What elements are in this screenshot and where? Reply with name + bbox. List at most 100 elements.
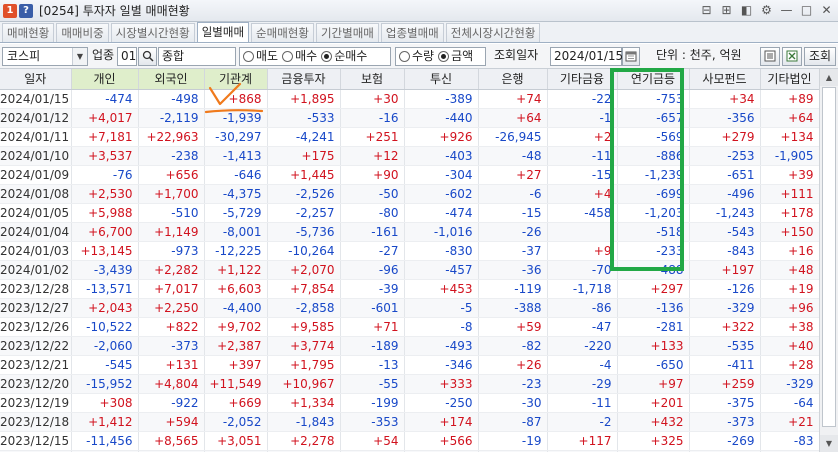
radio-dot-icon[interactable] xyxy=(438,51,450,62)
table-row[interactable]: 2023/12/15 -11,456 +8,565 +3,051 +2,278 +54 +5… xyxy=(0,431,820,451)
excel-export-button[interactable] xyxy=(782,47,802,66)
calendar-button[interactable] xyxy=(622,47,640,66)
tab-item[interactable]: 매매비중 xyxy=(56,23,109,42)
tab-item[interactable]: 시장별시간현황 xyxy=(110,23,195,42)
table-row[interactable]: 2024/01/05 +5,988 -510 -5,729 -2,257 -80 -474-… xyxy=(0,203,820,223)
value-cell: -403 xyxy=(404,146,479,166)
tab-item[interactable]: 전체시장시간현황 xyxy=(445,23,541,42)
value-cell: +4,804 xyxy=(138,374,205,394)
value-cell: +1,122 xyxy=(204,260,268,280)
list-view-button[interactable] xyxy=(760,47,780,66)
tab-item[interactable]: 기간별매매 xyxy=(315,23,379,42)
column-header[interactable]: 보험 xyxy=(340,69,405,90)
value-cell: -37 xyxy=(478,241,548,261)
column-header[interactable]: 일자 xyxy=(0,69,72,90)
link-icon[interactable]: ⊟ xyxy=(699,3,714,18)
value-cell: +333 xyxy=(404,374,479,394)
tab-item[interactable]: 매매현황 xyxy=(2,23,55,42)
value-cell: +8,565 xyxy=(138,431,205,451)
table-row[interactable]: 2024/01/10 +3,537 -238 -1,413 +175 +12 -403 -48… xyxy=(0,146,820,166)
value-cell: -253 xyxy=(689,146,761,166)
table-row[interactable]: 2024/01/12 +4,017 -2,119 -1,939 -533 -16 -440 +… xyxy=(0,108,820,128)
split-icon[interactable]: ⊞ xyxy=(719,3,734,18)
value-cell: -4,400 xyxy=(204,298,268,318)
column-header[interactable]: 기타법인 xyxy=(760,69,820,90)
table-row[interactable]: 2023/12/27 +2,043 +2,250 -4,400 -2,858 -601 -5… xyxy=(0,298,820,318)
radio-dot-icon[interactable] xyxy=(243,51,254,62)
value-cell: -2,526 xyxy=(267,184,341,204)
table-row[interactable]: 2023/12/19 +308 -922 +669 +1,334 -199 -250 -30-… xyxy=(0,393,820,413)
minimize-icon[interactable]: — xyxy=(779,3,794,18)
trade-type-radio[interactable]: 순매수 xyxy=(321,48,367,65)
chevron-down-icon[interactable]: ▼ xyxy=(72,48,87,65)
table-row[interactable]: 2023/12/26 -10,522 +822 +9,702 +9,585 +71 -8 +5… xyxy=(0,317,820,337)
tab-item[interactable]: 일별매매 xyxy=(196,22,250,42)
table-row[interactable]: 2024/01/15 -474 -498 +868 +1,895 +30 -389 +74 -2… xyxy=(0,89,820,109)
column-header[interactable]: 연기금등 xyxy=(617,69,690,90)
column-header[interactable]: 투신 xyxy=(404,69,479,90)
date-cell: 2024/01/12 xyxy=(0,108,72,128)
value-cell: -36 xyxy=(478,260,548,280)
column-header[interactable]: 기관계 xyxy=(204,69,268,90)
table-row[interactable]: 2023/12/28 -13,571 +7,017 +6,603 +7,854 -39 +4… xyxy=(0,279,820,299)
camera-icon[interactable]: ◧ xyxy=(739,3,754,18)
value-cell: +9 xyxy=(547,241,618,261)
table-row[interactable]: 2023/12/22 -2,060 -373 +2,387 +3,774 -189 -493… xyxy=(0,336,820,356)
scroll-thumb[interactable] xyxy=(822,87,836,427)
column-header[interactable]: 사모펀드 xyxy=(689,69,761,90)
table-row[interactable]: 2023/12/18 +1,412 +594 -2,052 -1,843 -353 +174… xyxy=(0,412,820,432)
value-cell: +178 xyxy=(760,203,820,223)
radio-dot-icon[interactable] xyxy=(321,51,333,62)
value-cell: +397 xyxy=(204,355,268,375)
vertical-scrollbar[interactable]: ▲ ▼ xyxy=(819,69,838,452)
column-header[interactable]: 금융투자 xyxy=(267,69,341,90)
close-icon[interactable]: ✕ xyxy=(819,3,834,18)
value-cell: +133 xyxy=(617,336,690,356)
table-row[interactable]: 2024/01/04 +6,700 +1,149 -8,001 -5,736 -161 -1… xyxy=(0,222,820,242)
screen-number-badge[interactable]: 1 xyxy=(3,3,17,18)
sector-code-input[interactable]: 01 xyxy=(117,47,137,66)
value-cell: -973 xyxy=(138,241,205,261)
table-row[interactable]: 2023/12/21 -545 +131 +397 +1,795 -13 -346 +26 -4… xyxy=(0,355,820,375)
value-cell: +9,702 xyxy=(204,317,268,337)
date-cell: 2023/12/19 xyxy=(0,393,72,413)
value-cell: -510 xyxy=(138,203,205,223)
query-date-input[interactable]: 2024/01/15 xyxy=(550,47,623,66)
scroll-up-icon[interactable]: ▲ xyxy=(820,69,838,86)
maximize-icon[interactable]: □ xyxy=(799,3,814,18)
column-header[interactable]: 외국인 xyxy=(138,69,205,90)
radio-dot-icon[interactable] xyxy=(282,51,294,62)
sector-search-button[interactable] xyxy=(138,47,157,66)
table-row[interactable]: 2024/01/11 +7,181 +22,963 -30,297 -4,241 +251… xyxy=(0,127,820,147)
value-cell: +64 xyxy=(760,108,820,128)
tab-item[interactable]: 업종별매매 xyxy=(380,23,444,42)
table-row[interactable]: 2024/01/09 -76 +656 -646 +1,445 +90 -304 +27 -15… xyxy=(0,165,820,185)
trade-type-radio[interactable]: 매도 xyxy=(243,48,278,65)
value-cell: -233 xyxy=(617,241,690,261)
value-cell: -440 xyxy=(404,108,479,128)
query-button[interactable]: 조회 xyxy=(804,47,836,66)
gear-icon[interactable]: ⚙ xyxy=(759,3,774,18)
unit-type-radio[interactable]: 수량 xyxy=(399,48,434,65)
table-row[interactable]: 2024/01/08 +2,530 +1,700 -4,375 -2,526 -50 -60… xyxy=(0,184,820,204)
market-select[interactable]: 코스피 ▼ xyxy=(2,47,88,66)
value-cell: -4 xyxy=(547,355,618,375)
table-row[interactable]: 2023/12/20 -15,952 +4,804 +11,549 +10,967 -55… xyxy=(0,374,820,394)
query-toolbar: 코스피 ▼ 업종 01 종합 매도 매수 순매수 수량 금액 조회일자 2024/01… xyxy=(0,44,838,69)
radio-dot-icon[interactable] xyxy=(399,51,410,62)
table-row[interactable]: 2024/01/03 +13,145 -973 -12,225 -10,264 -27 -8… xyxy=(0,241,820,261)
column-header[interactable]: 기타금융 xyxy=(547,69,618,90)
value-cell: +11,549 xyxy=(204,374,268,394)
date-cell: 2023/12/26 xyxy=(0,317,72,337)
column-header[interactable]: 은행 xyxy=(478,69,548,90)
column-header[interactable]: 개인 xyxy=(71,69,139,90)
table-row[interactable]: 2024/01/02 -3,439 +2,282 +1,122 +2,070 -96 -45… xyxy=(0,260,820,280)
value-cell: -86 xyxy=(547,298,618,318)
value-cell: -83 xyxy=(760,431,820,451)
tab-item[interactable]: 순매매현황 xyxy=(251,23,314,42)
sector-label: 업종 xyxy=(92,48,115,62)
scroll-down-icon[interactable]: ▼ xyxy=(820,435,838,452)
trade-type-radio[interactable]: 매수 xyxy=(282,48,317,65)
unit-type-radio[interactable]: 금액 xyxy=(438,48,473,65)
help-icon[interactable]: ? xyxy=(19,3,33,18)
